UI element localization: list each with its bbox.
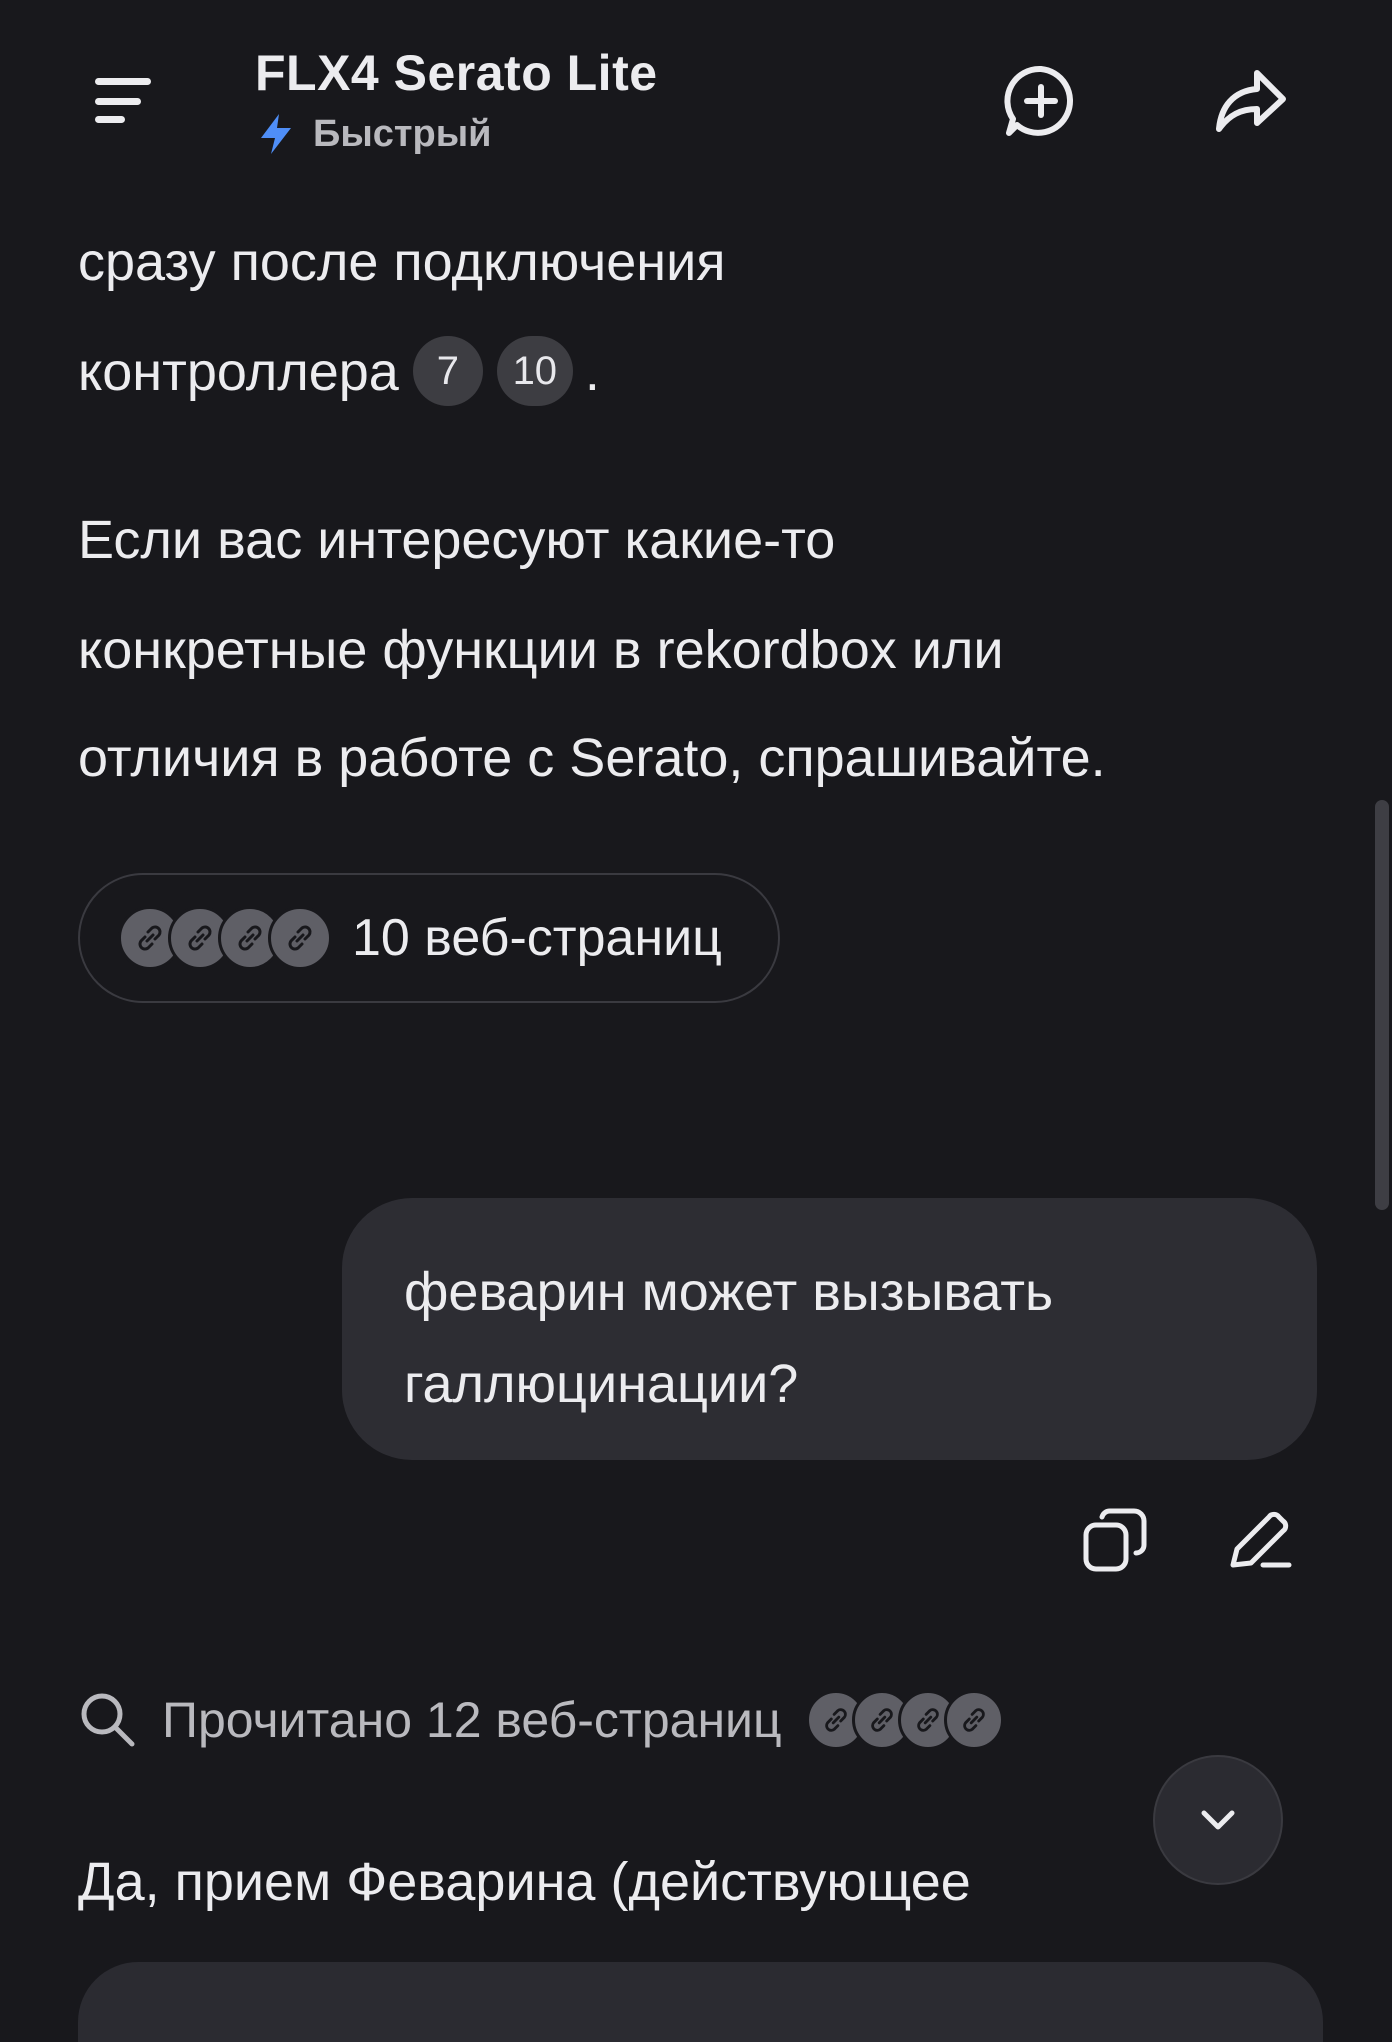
source-favicons (805, 1690, 1004, 1750)
link-icon (943, 1690, 1004, 1750)
share-icon (1216, 70, 1286, 132)
sources-label: 10 веб-страниц (352, 909, 722, 967)
mode-label: Быстрый (313, 112, 492, 155)
search-icon (81, 1693, 135, 1747)
share-button[interactable] (1213, 63, 1289, 139)
menu-button[interactable] (90, 70, 160, 130)
menu-icon (95, 78, 151, 85)
read-pages-label: Прочитано 12 веб-страниц (162, 1692, 782, 1748)
assistant-text-line: Если вас интересуют какие-то (78, 510, 836, 570)
link-icon (268, 906, 332, 970)
copy-icon (1083, 1508, 1147, 1572)
assistant-text-line: контроллера 7 10. (78, 317, 600, 427)
message-input-panel[interactable] (78, 1962, 1323, 2042)
model-mode[interactable]: Быстрый (257, 112, 492, 156)
copy-button[interactable] (1080, 1505, 1150, 1575)
add-chat-icon (1004, 65, 1073, 136)
citation-badge[interactable]: 10 (496, 335, 573, 406)
assistant-text-line: сразу после подключения (78, 232, 726, 292)
user-message-line: галлюцинации? (404, 1354, 799, 1414)
chat-title: FLX4 Serato Lite (255, 45, 658, 101)
scroll-down-button[interactable] (1153, 1755, 1283, 1885)
user-message-line: феварин может вызывать (404, 1262, 1054, 1322)
sources-button[interactable]: 10 веб-страниц (78, 873, 780, 1003)
read-pages-status[interactable]: Прочитано 12 веб-страниц (78, 1690, 1004, 1750)
assistant-text-line: отличия в работе с Serato, спрашивайте. (78, 728, 1106, 788)
new-chat-button[interactable] (1003, 63, 1079, 139)
chevron-down-icon (1201, 1810, 1235, 1830)
assistant-text-line: конкретные функции в rekordbox или (78, 620, 1004, 680)
edit-icon (1230, 1511, 1292, 1568)
user-message-bubble: феварин может вызывать галлюцинации? (342, 1198, 1317, 1460)
lightning-icon (261, 114, 291, 154)
source-favicons (118, 906, 332, 970)
citation-badge[interactable]: 7 (412, 335, 483, 406)
assistant-answer-text: Да, прием Феварина (действующее (78, 1852, 971, 1912)
edit-button[interactable] (1225, 1505, 1295, 1575)
scrollbar[interactable] (1375, 800, 1389, 1210)
